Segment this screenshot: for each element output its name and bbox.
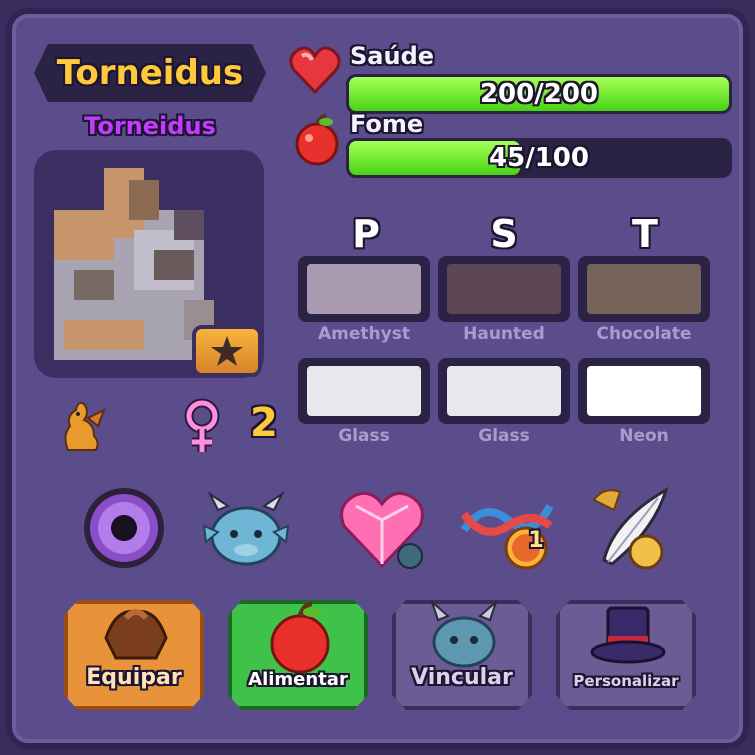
primary-color-swatch[interactable] <box>298 256 430 322</box>
pet-name-plate: Torneidus <box>34 44 266 102</box>
primary-color-label: Amethyst <box>318 324 410 344</box>
swatch-fill <box>587 264 701 314</box>
customize-label: Personalizar <box>573 672 679 690</box>
bond-button[interactable]: Vincular <box>392 600 532 710</box>
customize-button[interactable]: Personalizar <box>556 600 696 710</box>
equip-button[interactable]: Equipar <box>64 600 204 710</box>
secondary-color-swatch[interactable] <box>438 256 570 322</box>
dragon-icon <box>64 401 106 451</box>
tertiary-color-label: Chocolate <box>596 324 692 344</box>
hunger-bar: 45/100 <box>346 138 732 178</box>
primary-material-swatch[interactable] <box>298 358 430 424</box>
apple-icon <box>295 114 339 166</box>
tertiary-material-label: Neon <box>619 426 669 446</box>
dragon-head-icon <box>429 600 499 668</box>
dna-medal-badge: 1 <box>528 528 544 553</box>
female-gender-icon <box>184 398 220 452</box>
star-icon <box>211 336 243 366</box>
swatch-fill <box>447 366 561 416</box>
dragon-head-icon[interactable] <box>198 480 294 576</box>
secondary-material-swatch[interactable] <box>438 358 570 424</box>
pet-traits: 2 <box>50 396 278 460</box>
swatch-fill <box>307 264 421 314</box>
secondary-color-header: S <box>490 212 518 256</box>
feather-hat-icon[interactable] <box>584 480 680 576</box>
feed-button[interactable]: Alimentar <box>228 600 368 710</box>
tertiary-color-swatch[interactable] <box>578 256 710 322</box>
heart-icon <box>289 46 341 95</box>
eye-icon[interactable] <box>76 480 172 576</box>
hunger-value: 45/100 <box>489 143 589 173</box>
pet-name: Torneidus <box>56 53 244 93</box>
tertiary-color-header: T <box>632 212 658 256</box>
health-bar: 200/200 <box>346 74 732 114</box>
bond-label: Vincular <box>411 665 513 690</box>
health-label: Saúde <box>350 42 435 70</box>
pet-subname: Torneidus <box>84 112 216 140</box>
hunger-label: Fome <box>350 110 424 138</box>
equip-label: Equipar <box>86 665 182 690</box>
favorite-star-button[interactable] <box>192 325 262 377</box>
apple-icon <box>270 601 330 674</box>
swatch-fill <box>587 366 701 416</box>
tertiary-material-swatch[interactable] <box>578 358 710 424</box>
secondary-material-label: Glass <box>478 426 530 446</box>
health-value: 200/200 <box>479 79 599 109</box>
primary-material-label: Glass <box>338 426 390 446</box>
top-hat-icon <box>590 606 666 664</box>
heart-gem-icon[interactable] <box>334 480 430 576</box>
swatch-fill <box>447 264 561 314</box>
primary-color-header: P <box>352 212 380 256</box>
secondary-color-label: Haunted <box>463 324 545 344</box>
swatch-fill <box>307 366 421 416</box>
feed-label: Alimentar <box>248 669 348 690</box>
saddle-icon <box>104 609 168 660</box>
pet-age: 2 <box>250 400 278 446</box>
